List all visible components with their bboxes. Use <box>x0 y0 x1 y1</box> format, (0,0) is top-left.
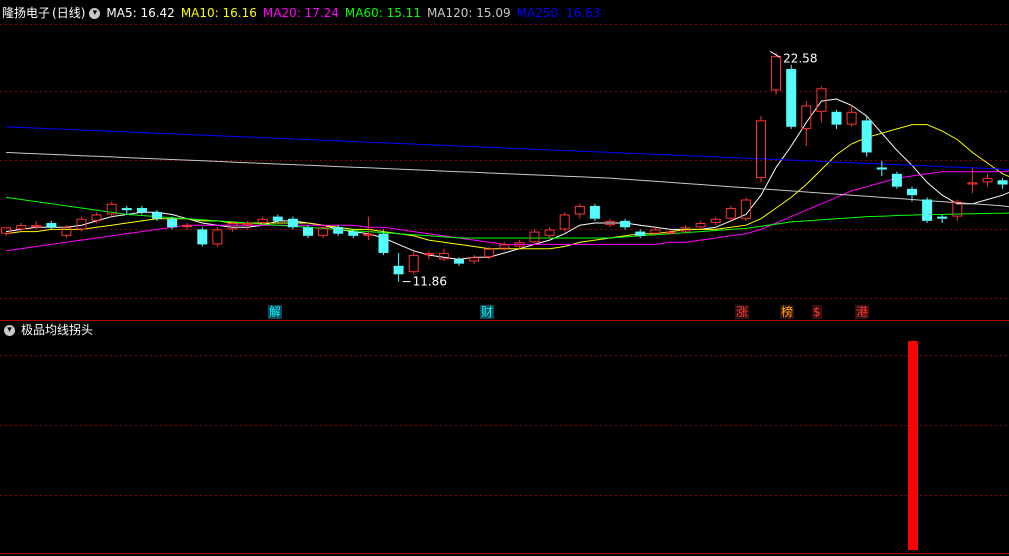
candle-body <box>876 167 887 170</box>
candle-body <box>574 205 585 215</box>
candle-body <box>484 248 495 258</box>
candle-body <box>801 105 812 129</box>
candle-body <box>650 229 661 234</box>
candle-body <box>665 231 676 234</box>
candle-body <box>454 259 464 264</box>
candle-body <box>257 218 268 224</box>
event-tag-hk[interactable]: 港 <box>855 305 870 319</box>
candle-body <box>348 231 359 236</box>
kline-chart[interactable]: 22.58 11.86 <box>0 0 1009 556</box>
event-tag-ranking[interactable]: 榜 <box>780 305 795 319</box>
candle-body <box>831 111 842 125</box>
candle-body <box>242 223 253 226</box>
candle-body <box>589 205 600 219</box>
ma-line-ma250 <box>5 126 1009 171</box>
candle-body <box>620 220 631 228</box>
candle-body <box>1 227 11 234</box>
candle-body <box>967 182 978 185</box>
candle-body <box>333 227 344 234</box>
candle-body <box>378 233 389 253</box>
candle-body <box>16 225 27 230</box>
candle-body <box>725 208 736 219</box>
candle-body <box>922 199 933 221</box>
candle-body <box>212 229 223 245</box>
candle-body <box>121 208 132 211</box>
indicator-bar <box>908 341 918 550</box>
candle-body <box>891 173 902 187</box>
candle-body <box>982 178 993 183</box>
candle-body <box>771 56 782 91</box>
candle-body <box>937 216 948 219</box>
candle-body <box>861 120 872 153</box>
candle-body <box>846 111 857 125</box>
candle-body <box>695 223 706 228</box>
candle-body <box>710 218 721 224</box>
candle-body <box>816 88 827 112</box>
candle-body <box>559 214 570 230</box>
candle-body <box>197 229 208 245</box>
candle-body <box>136 208 147 213</box>
ma-line-ma5 <box>5 98 1009 260</box>
event-tag-finance[interactable]: 财 <box>480 305 495 319</box>
event-tag-dollar[interactable]: $ <box>812 305 822 319</box>
candle-body <box>529 231 540 243</box>
candle-body <box>167 218 178 228</box>
candle-body <box>499 244 510 249</box>
event-tag-limit-up[interactable]: 涨 <box>735 305 750 319</box>
ma-line-ma10 <box>5 124 1009 250</box>
ma-line-ma120 <box>5 151 1009 208</box>
candle-body <box>227 223 238 230</box>
candle-body <box>635 231 646 236</box>
candle-body <box>272 216 283 221</box>
candle-body <box>393 265 404 275</box>
candle-body <box>756 120 766 179</box>
candle-body <box>408 255 419 273</box>
candle-body <box>469 257 480 262</box>
high-label: 22.58 <box>783 51 817 65</box>
candle-body <box>46 223 57 228</box>
candle-body <box>31 225 42 228</box>
candle-body <box>182 225 193 228</box>
candle-body <box>544 229 555 236</box>
candle-body <box>303 227 313 236</box>
candle-body <box>152 212 162 219</box>
candle-body <box>997 180 1008 185</box>
candle-body <box>287 218 298 228</box>
candle-body <box>786 69 797 127</box>
low-label: 11.86 <box>413 275 447 289</box>
candle-body <box>907 188 917 196</box>
event-tag-unlock[interactable]: 解 <box>268 305 283 319</box>
